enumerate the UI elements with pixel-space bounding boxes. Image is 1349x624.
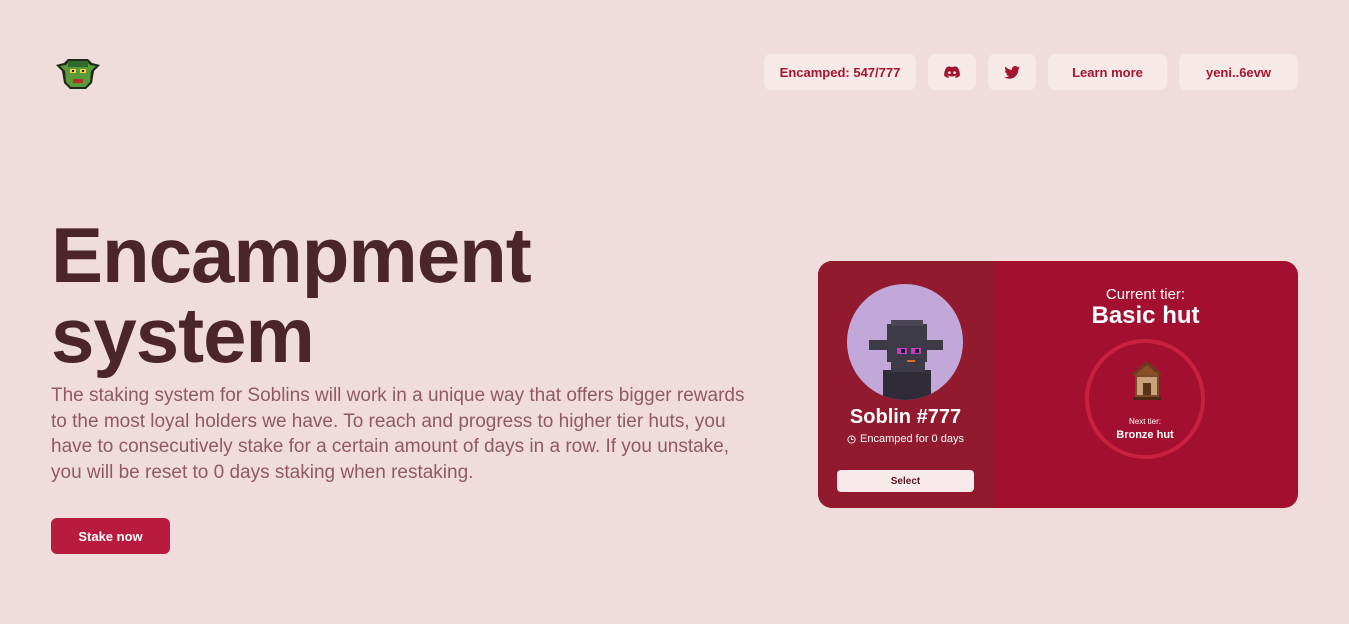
hut-icon bbox=[1131, 361, 1163, 400]
encamped-days-text: Encamped for 0 days bbox=[860, 433, 964, 445]
page-title: Encampment system bbox=[51, 215, 532, 375]
soblin-avatar bbox=[847, 284, 963, 400]
soblin-name: Soblin #777 bbox=[849, 406, 962, 428]
header-nav: Encamped: 547/777 Learn more yeni..6evw bbox=[764, 54, 1298, 90]
hero-description: The staking system for Soblins will work… bbox=[51, 385, 745, 483]
title-line-1: Encampment bbox=[51, 211, 532, 299]
learn-more-button[interactable]: Learn more bbox=[1048, 54, 1167, 90]
select-button[interactable]: Select bbox=[837, 470, 974, 492]
tier-panel: Current tier: Basic hut Next tier: Bronz… bbox=[993, 261, 1298, 508]
goblin-logo-icon[interactable] bbox=[54, 53, 102, 91]
discord-button[interactable] bbox=[928, 54, 976, 90]
twitter-button[interactable] bbox=[988, 54, 1036, 90]
encamped-days: Encamped for 0 days bbox=[818, 433, 993, 445]
encamped-count-button[interactable]: Encamped: 547/777 bbox=[764, 54, 916, 90]
wallet-button[interactable]: yeni..6evw bbox=[1179, 54, 1298, 90]
tier-progress-ring: Next tier: Bronze hut bbox=[1085, 339, 1205, 459]
staking-card: Soblin #777 Encamped for 0 days Select C… bbox=[818, 261, 1298, 508]
page: Encamped: 547/777 Learn more yeni..6evw … bbox=[0, 0, 1349, 624]
twitter-icon bbox=[1004, 65, 1020, 79]
next-tier-name: Bronze hut bbox=[1116, 429, 1174, 441]
next-tier-label: Next tier: bbox=[1128, 417, 1161, 426]
soblin-panel: Soblin #777 Encamped for 0 days Select bbox=[818, 261, 993, 508]
clock-icon bbox=[847, 434, 856, 444]
stake-now-button[interactable]: Stake now bbox=[51, 518, 170, 554]
discord-icon bbox=[944, 66, 960, 78]
soblin-nft-image bbox=[869, 320, 943, 400]
current-tier-name: Basic hut bbox=[1091, 302, 1200, 329]
title-line-2: system bbox=[51, 291, 315, 379]
current-tier-label: Current tier: bbox=[1105, 286, 1186, 303]
